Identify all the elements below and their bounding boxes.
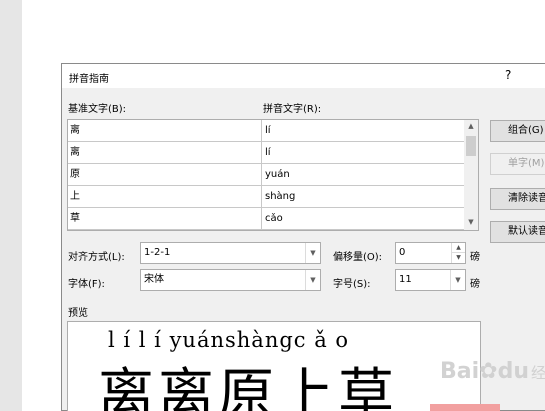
base-text-input[interactable]: 草 xyxy=(68,208,262,229)
offset-unit: 磅 xyxy=(470,252,480,263)
grid-row: 离 lí xyxy=(68,142,464,164)
chevron-down-icon[interactable]: ▼ xyxy=(450,270,465,290)
preview-label: 预览 xyxy=(68,308,88,319)
scroll-down-icon[interactable]: ▼ xyxy=(466,218,476,226)
dialog-titlebar: 拼音指南 ? xyxy=(62,64,545,88)
baidu-watermark: Bai✿du经验 xyxy=(440,359,545,384)
alignment-value: 1-2-1 xyxy=(144,247,171,258)
grid-scrollbar[interactable]: ▲ ▼ xyxy=(464,119,479,231)
scroll-thumb[interactable] xyxy=(466,136,476,156)
base-text-input[interactable]: 离 xyxy=(68,120,262,141)
base-text-input[interactable]: 原 xyxy=(68,164,262,185)
single-char-button[interactable]: 单字(M) xyxy=(490,153,545,175)
pinyin-text-input[interactable]: yuán xyxy=(263,164,464,185)
size-label: 字号(S): xyxy=(333,279,371,290)
offset-label: 偏移量(O): xyxy=(333,252,383,263)
size-unit: 磅 xyxy=(470,279,480,290)
grid-row: 草 cǎo xyxy=(68,208,464,230)
pink-decoration xyxy=(430,404,500,411)
size-select[interactable]: 11 ▼ xyxy=(395,269,466,291)
font-label: 字体(F): xyxy=(68,279,105,290)
base-text-input[interactable]: 上 xyxy=(68,186,262,207)
combine-button[interactable]: 组合(G) xyxy=(490,120,545,142)
alignment-select[interactable]: 1-2-1 ▼ xyxy=(140,242,321,264)
base-text-label: 基准文字(B): xyxy=(68,104,127,115)
clear-reading-button[interactable]: 清除读音(C) xyxy=(490,188,545,210)
chevron-down-icon[interactable]: ▼ xyxy=(305,243,320,263)
preview-hanzi: 离离原上草 xyxy=(98,363,398,411)
font-select[interactable]: 宋体 ▼ xyxy=(140,269,321,291)
grid-row: 原 yuán xyxy=(68,164,464,186)
spin-down-icon[interactable]: ▼ xyxy=(451,253,465,263)
preview-box: l í l í yuánshàngc ǎ o 离离原上草 xyxy=(67,321,481,411)
pinyin-text-label: 拼音文字(R): xyxy=(263,104,322,115)
dialog-title: 拼音指南 xyxy=(69,74,109,85)
offset-value: 0 xyxy=(399,247,406,258)
alignment-label: 对齐方式(L): xyxy=(68,252,125,263)
pinyin-text-input[interactable]: cǎo xyxy=(263,208,464,229)
font-value: 宋体 xyxy=(144,274,164,285)
phonetic-grid: 离 lí 离 lí 原 yuán 上 shàng 草 cǎo xyxy=(67,119,465,231)
spin-up-icon[interactable]: ▲ xyxy=(451,243,465,253)
preview-pinyin: l í l í yuánshàngc ǎ o xyxy=(108,328,350,352)
pinyin-text-input[interactable]: shàng xyxy=(263,186,464,207)
grid-row: 离 lí xyxy=(68,120,464,142)
offset-spinner[interactable]: 0 ▲ ▼ xyxy=(395,242,466,264)
help-button[interactable]: ? xyxy=(505,68,511,82)
chevron-down-icon[interactable]: ▼ xyxy=(305,270,320,290)
default-reading-button[interactable]: 默认读音(D) xyxy=(490,221,545,243)
paw-icon: ✿ xyxy=(479,359,498,384)
scroll-up-icon[interactable]: ▲ xyxy=(466,122,476,130)
pinyin-text-input[interactable]: lí xyxy=(263,142,464,163)
pinyin-text-input[interactable]: lí xyxy=(263,120,464,141)
grid-row: 上 shàng xyxy=(68,186,464,208)
base-text-input[interactable]: 离 xyxy=(68,142,262,163)
size-value: 11 xyxy=(399,274,412,285)
